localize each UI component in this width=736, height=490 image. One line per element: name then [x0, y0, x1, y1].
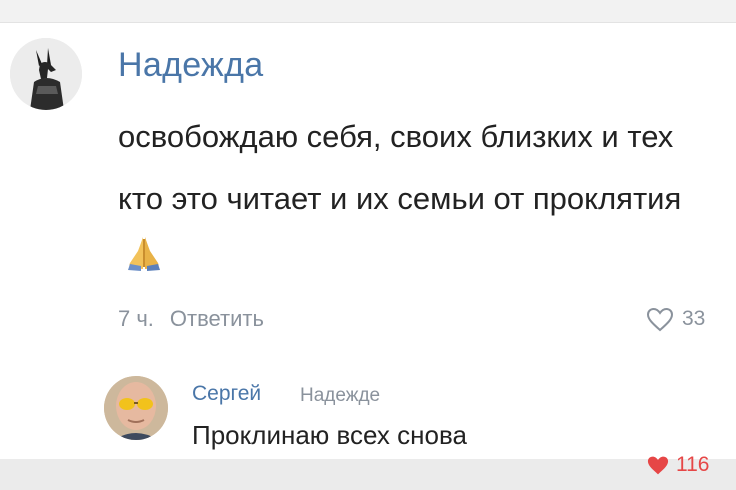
man-with-sunglasses-icon — [104, 376, 168, 440]
comment-meta: 7 ч. Ответить — [118, 306, 264, 332]
comment-time: 7 ч. — [118, 306, 154, 331]
heart-filled-icon — [647, 456, 669, 474]
avatar-sergey[interactable] — [104, 376, 168, 440]
like-button[interactable]: 33 — [646, 304, 705, 334]
reply-to-label[interactable]: Надежде — [300, 385, 380, 407]
comment-author[interactable]: Надежда — [118, 46, 263, 85]
avatar-nadezhda[interactable] — [10, 38, 82, 110]
comment-text-content: освобождаю себя, своих близких и тех кто… — [118, 119, 682, 216]
heart-outline-icon — [646, 307, 674, 331]
reply-button[interactable]: Ответить — [170, 306, 264, 331]
bottom-strip — [0, 459, 736, 490]
like-button[interactable]: 116 — [646, 452, 709, 478]
comment-author[interactable]: Сергей — [192, 382, 261, 406]
praying-hands-icon — [124, 232, 164, 294]
anubis-statue-icon — [10, 38, 82, 110]
like-count: 33 — [682, 307, 706, 330]
comment-text: освобождаю себя, своих близких и тех кто… — [118, 106, 718, 294]
comment-text: Проклинаю всех снова — [192, 420, 467, 450]
like-count: 116 — [676, 453, 710, 476]
